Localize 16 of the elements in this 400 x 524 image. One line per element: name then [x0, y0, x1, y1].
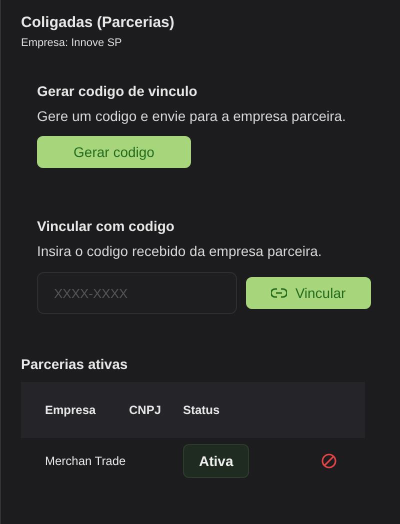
- column-header: CNPJ: [129, 403, 162, 417]
- section-heading: Vincular com codigo: [37, 218, 176, 234]
- company-label: Empresa: Innove SP: [21, 37, 123, 49]
- block-icon[interactable]: [320, 453, 337, 469]
- table-cell: Merchan Trade: [45, 454, 126, 468]
- column-header: Status: [183, 403, 220, 417]
- status-badge: Ativa: [183, 444, 250, 478]
- page-title: Coligadas (Parcerias): [21, 14, 176, 31]
- section-heading: Gerar codigo de vinculo: [37, 83, 198, 99]
- link-icon: [271, 288, 288, 298]
- section-description: Insira o codigo recebido da empresa parceira.: [37, 243, 323, 259]
- section-description: Gere um codigo e envie para a empresa parceira.: [37, 108, 347, 124]
- section-heading: Parcerias ativas: [21, 356, 129, 372]
- link-button[interactable]: Vincular: [246, 277, 371, 309]
- generate-code-button[interactable]: Gerar codigo: [37, 136, 191, 168]
- column-header: Empresa: [45, 403, 96, 417]
